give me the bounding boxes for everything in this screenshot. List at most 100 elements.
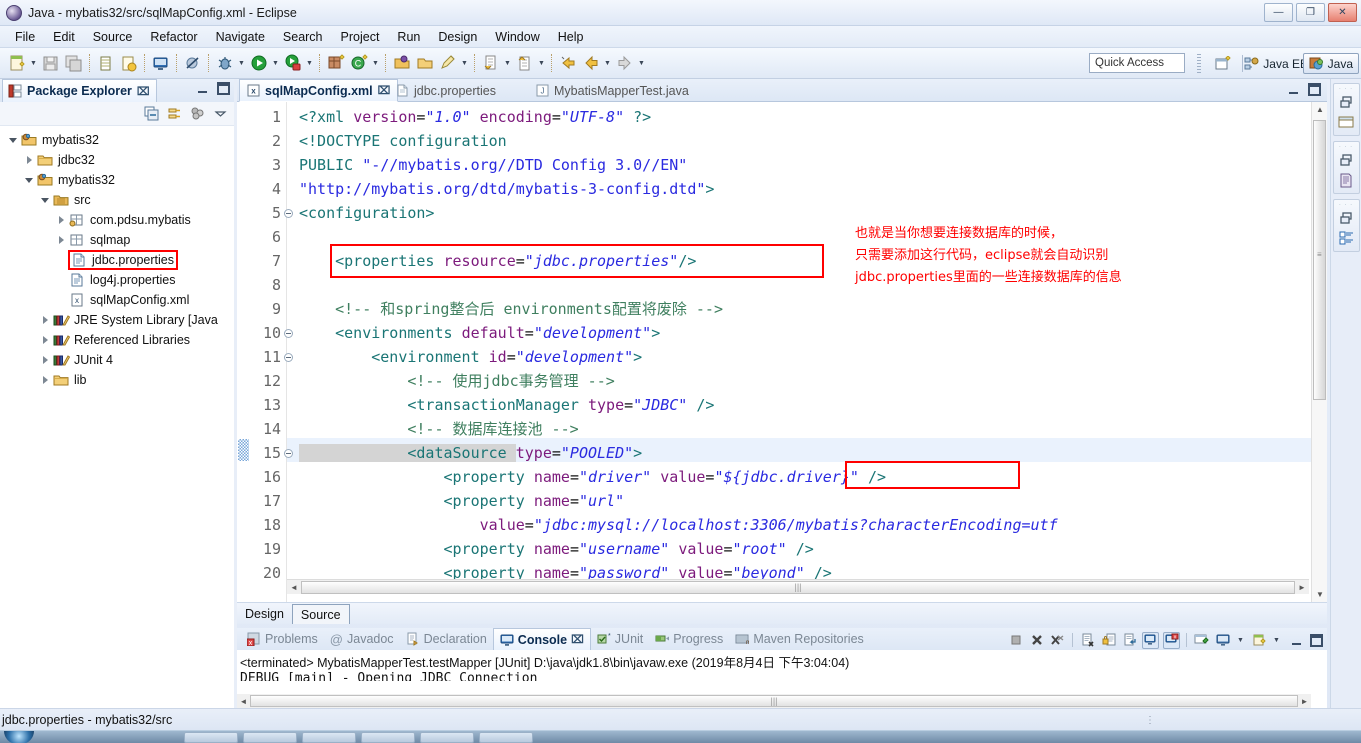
close-icon[interactable]: ⌧: [137, 85, 150, 98]
search-dropdown-icon[interactable]: ▼: [459, 53, 470, 73]
close-button[interactable]: ✕: [1328, 3, 1357, 22]
next-annotation-dropdown-icon[interactable]: ▼: [502, 53, 513, 73]
scroll-left-icon[interactable]: ◄: [237, 697, 250, 706]
remove-all-terminated-icon[interactable]: [1049, 632, 1066, 649]
tree-item-junit-4[interactable]: JUnit 4: [0, 350, 234, 370]
open-console-dropdown-icon[interactable]: ▼: [1235, 630, 1246, 650]
tab-junit[interactable]: * JUnit: [591, 628, 649, 650]
package-explorer-tree[interactable]: mybatis32 jdbc32 mybatis32 src com.pdsu.…: [0, 126, 234, 743]
collapse-all-icon[interactable]: [143, 106, 159, 122]
menu-refactor[interactable]: Refactor: [141, 28, 206, 46]
twisty-closed-icon[interactable]: [54, 233, 68, 247]
open-type-icon[interactable]: [391, 53, 412, 74]
perspective-javaee-button[interactable]: Java EE: [1239, 53, 1313, 74]
coverage-dropdown-icon[interactable]: ▼: [304, 53, 315, 73]
pin-console-icon[interactable]: x: [1163, 631, 1180, 649]
open-task-icon[interactable]: [414, 53, 435, 74]
new-class-icon[interactable]: C: [348, 53, 369, 74]
tree-item-com-pdsu-mybatis[interactable]: com.pdsu.mybatis: [0, 210, 234, 230]
properties-view-icon[interactable]: [1334, 228, 1359, 248]
menu-edit[interactable]: Edit: [44, 28, 84, 46]
twisty-closed-icon[interactable]: [38, 353, 52, 367]
tab-progress[interactable]: Progress: [649, 628, 729, 650]
coverage-icon[interactable]: [282, 53, 303, 74]
minimize-editor-icon[interactable]: [1287, 83, 1300, 96]
new-wizard-dropdown-icon[interactable]: ▼: [28, 53, 39, 73]
tree-item-referenced-libraries[interactable]: Referenced Libraries: [0, 330, 234, 350]
open-console-icon[interactable]: [1214, 632, 1231, 649]
show-console-on-output-icon[interactable]: [1142, 631, 1159, 649]
forward-icon[interactable]: [614, 53, 635, 74]
twisty-closed-icon[interactable]: [38, 333, 52, 347]
editor-hscrollbar[interactable]: ◄ ||| ►: [287, 579, 1309, 594]
start-button-icon[interactable]: [4, 730, 34, 743]
tab-declaration[interactable]: Declaration: [400, 628, 493, 650]
twisty-closed-icon[interactable]: [38, 373, 52, 387]
editor-text-area[interactable]: 1 2 3 4 5 6 7 8 9 10 11 12 13 14 15 16 1…: [237, 102, 1327, 602]
previous-annotation-dropdown-icon[interactable]: ▼: [536, 53, 547, 73]
search-icon[interactable]: [437, 53, 458, 74]
maximize-view-icon[interactable]: [217, 82, 230, 95]
outline-view-icon[interactable]: [1334, 170, 1359, 190]
skip-breakpoints-icon[interactable]: [182, 53, 203, 74]
print-icon[interactable]: [95, 53, 116, 74]
console-output[interactable]: <terminated> MybatisMapperTest.testMappe…: [237, 650, 1327, 708]
view-dropdown-icon[interactable]: [212, 106, 228, 122]
minimize-button[interactable]: —: [1264, 3, 1293, 22]
display-selected-console-icon[interactable]: [1193, 632, 1210, 649]
save-icon[interactable]: [40, 53, 61, 74]
open-console-icon[interactable]: [150, 53, 171, 74]
console-hscrollbar[interactable]: ◄ ||| ►: [237, 694, 1311, 708]
status-resize-grip-icon[interactable]: ⋮: [1145, 715, 1157, 726]
restore-icon[interactable]: [1334, 150, 1359, 170]
menu-file[interactable]: File: [6, 28, 44, 46]
scroll-right-icon[interactable]: ►: [1295, 583, 1309, 592]
menu-navigate[interactable]: Navigate: [207, 28, 274, 46]
last-edit-location-icon[interactable]: [557, 53, 578, 74]
previous-annotation-icon[interactable]: [514, 53, 535, 74]
taskbar-item[interactable]: [420, 731, 474, 743]
scroll-thumb[interactable]: |||: [301, 580, 1295, 594]
tab-javadoc[interactable]: @ Javadoc: [324, 628, 400, 650]
restore-icon[interactable]: [1334, 208, 1359, 228]
new-java-package-icon[interactable]: [325, 53, 346, 74]
debug-dropdown-icon[interactable]: ▼: [236, 53, 247, 73]
tab-package-explorer[interactable]: Package Explorer ⌧: [2, 79, 157, 102]
tree-item-sqlmapconfig-xml[interactable]: x sqlMapConfig.xml: [0, 290, 234, 310]
word-wrap-icon[interactable]: [1121, 632, 1138, 649]
quick-access-input[interactable]: Quick Access: [1089, 53, 1185, 73]
maximize-console-icon[interactable]: [1310, 633, 1323, 647]
tree-item-sqlmap[interactable]: sqlmap: [0, 230, 234, 250]
tree-item-mybatis32-root[interactable]: mybatis32: [0, 130, 234, 150]
tab-design[interactable]: Design: [237, 604, 292, 624]
scroll-thumb[interactable]: ≡: [1313, 120, 1326, 400]
tab-jdbc-properties[interactable]: jdbc.properties: [389, 79, 503, 102]
twisty-closed-icon[interactable]: [38, 313, 52, 327]
validate-icon[interactable]: [118, 53, 139, 74]
close-icon[interactable]: ⌧: [571, 633, 584, 646]
terminate-icon[interactable]: [1007, 632, 1024, 649]
taskbar-item[interactable]: [361, 731, 415, 743]
minimize-view-icon[interactable]: [196, 82, 209, 95]
scroll-left-icon[interactable]: ◄: [287, 583, 301, 592]
maximize-button[interactable]: ❐: [1296, 3, 1325, 22]
tree-item-jre-system-library[interactable]: JRE System Library [Java: [0, 310, 234, 330]
remove-launch-icon[interactable]: [1028, 632, 1045, 649]
clear-console-icon[interactable]: [1079, 632, 1096, 649]
back-icon[interactable]: [580, 53, 601, 74]
twisty-open-icon[interactable]: [6, 133, 20, 147]
tab-sqlmapconfig-xml[interactable]: x sqlMapConfig.xml ⌧: [239, 79, 399, 102]
restore-icon[interactable]: [1334, 92, 1359, 112]
link-with-editor-icon[interactable]: [166, 106, 182, 122]
taskbar-item[interactable]: [184, 731, 238, 743]
toolbar-drag-handle[interactable]: [1197, 54, 1201, 73]
twisty-closed-icon[interactable]: [22, 153, 36, 167]
open-perspective-icon[interactable]: [1213, 54, 1233, 73]
editor-vscrollbar[interactable]: ▲ ≡ ▼: [1311, 102, 1327, 602]
console-view-icon[interactable]: [1334, 112, 1359, 132]
editor-source-code[interactable]: <?xml version="1.0" encoding="UTF-8" ?> …: [287, 102, 1327, 602]
perspective-java-button[interactable]: Java: [1302, 53, 1359, 74]
scroll-right-icon[interactable]: ►: [1298, 697, 1311, 706]
twisty-open-icon[interactable]: [38, 193, 52, 207]
view-menu-icon[interactable]: [189, 106, 205, 122]
